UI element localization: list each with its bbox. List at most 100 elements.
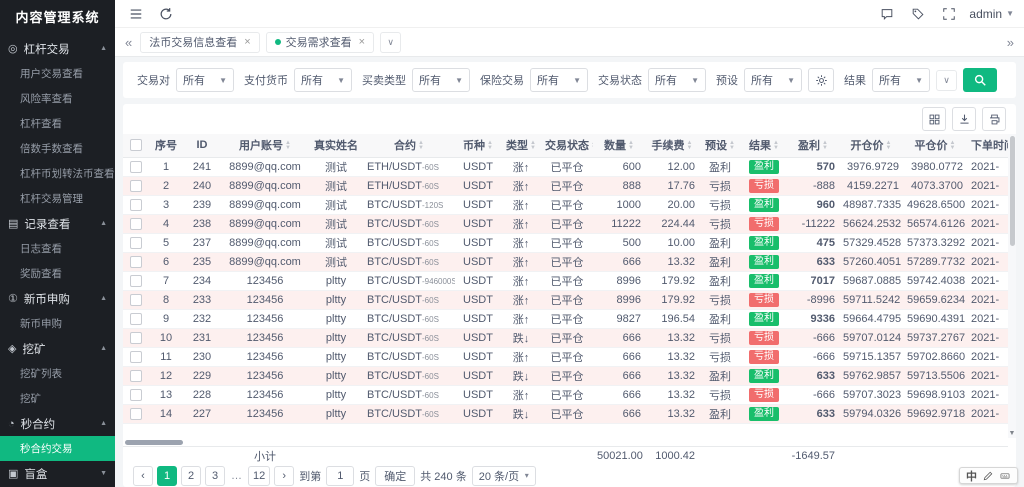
sort-icon[interactable]: ▲▼: [950, 141, 956, 151]
sort-icon[interactable]: ▲▼: [729, 141, 735, 151]
scroll-down-arrow-icon[interactable]: ▼: [1009, 430, 1016, 438]
table-row[interactable]: 32398899@qq.com测试BTC/USDT-120SUSDT涨↑已平仓1…: [123, 195, 1008, 214]
sort-icon[interactable]: ▲▼: [822, 141, 828, 151]
sidebar-section[interactable]: ▣盲盒▼: [0, 461, 115, 486]
row-checkbox[interactable]: [130, 161, 142, 173]
row-checkbox[interactable]: [130, 351, 142, 363]
page-tab[interactable]: 交易需求查看×: [266, 32, 374, 53]
table-row[interactable]: 12418899@qq.com测试ETH/USDT-60SUSDT涨↑已平仓60…: [123, 157, 1008, 176]
sidebar-item[interactable]: 日志查看: [0, 236, 115, 261]
row-checkbox[interactable]: [130, 199, 142, 211]
user-menu[interactable]: admin ▼: [969, 7, 1014, 21]
sidebar-item[interactable]: 奖励查看: [0, 261, 115, 286]
table-row[interactable]: 14227123456plttyBTC/USDT-60SUSDT跌↓已平仓666…: [123, 404, 1008, 423]
sidebar-item[interactable]: 杠杆交易管理: [0, 186, 115, 211]
table-row[interactable]: 52378899@qq.com测试BTC/USDT-60SUSDT涨↑已平仓50…: [123, 233, 1008, 252]
page-number-button[interactable]: 2: [181, 466, 201, 486]
tabs-scroll-left-icon[interactable]: «: [123, 35, 134, 50]
sidebar-section[interactable]: ①新币申购▲: [0, 286, 115, 311]
vertical-scrollbar[interactable]: ▼: [1008, 134, 1016, 438]
filter-select[interactable]: 所有▼: [648, 68, 706, 92]
sort-icon[interactable]: ▲▼: [487, 141, 493, 151]
sidebar-item[interactable]: 风险率查看: [0, 86, 115, 111]
sort-icon[interactable]: ▲▼: [418, 141, 424, 151]
ime-widget[interactable]: 中: [959, 467, 1018, 484]
columns-grid-icon[interactable]: [922, 107, 946, 131]
sort-icon[interactable]: ▲▼: [591, 141, 593, 151]
row-checkbox[interactable]: [130, 408, 142, 420]
pen-icon[interactable]: [983, 471, 993, 481]
download-icon[interactable]: [952, 107, 976, 131]
confirm-button[interactable]: 确定: [375, 466, 415, 486]
sidebar-item[interactable]: 秒合约交易: [0, 436, 115, 461]
fullscreen-icon[interactable]: [938, 3, 960, 25]
row-checkbox[interactable]: [130, 218, 142, 230]
sort-icon[interactable]: ▲▼: [886, 141, 892, 151]
page-tab[interactable]: 法币交易信息查看×: [140, 32, 259, 53]
row-checkbox[interactable]: [130, 275, 142, 287]
filter-select[interactable]: 所有▼: [176, 68, 234, 92]
keyboard-icon[interactable]: [999, 471, 1011, 481]
next-page-button[interactable]: ›: [274, 466, 294, 486]
print-icon[interactable]: [982, 107, 1006, 131]
close-icon[interactable]: ×: [359, 36, 365, 48]
ime-language-label[interactable]: 中: [966, 468, 977, 484]
table-row[interactable]: 11230123456plttyBTC/USDT-60SUSDT涨↑已平仓666…: [123, 347, 1008, 366]
filter-select[interactable]: 所有▼: [294, 68, 352, 92]
table-row[interactable]: 13228123456plttyBTC/USDT-60SUSDT涨↑已平仓666…: [123, 385, 1008, 404]
refresh-icon[interactable]: [155, 3, 177, 25]
sidebar-item[interactable]: 杠杆查看: [0, 111, 115, 136]
horizontal-scrollbar[interactable]: [123, 438, 1016, 446]
sidebar-section[interactable]: ◎杠杆交易▲: [0, 36, 115, 61]
hscroll-thumb[interactable]: [125, 440, 183, 445]
row-checkbox[interactable]: [130, 180, 142, 192]
table-row[interactable]: 9232123456plttyBTC/USDT-60SUSDT涨↑已平仓9827…: [123, 309, 1008, 328]
sort-icon[interactable]: ▲▼: [285, 141, 291, 151]
sort-icon[interactable]: ▲▼: [773, 141, 779, 151]
tabs-scroll-right-icon[interactable]: »: [1005, 35, 1016, 50]
table-row[interactable]: 12229123456plttyBTC/USDT-60SUSDT跌↓已平仓666…: [123, 366, 1008, 385]
close-icon[interactable]: ×: [244, 36, 250, 48]
filter-select[interactable]: 所有▼: [412, 68, 470, 92]
row-checkbox[interactable]: [130, 237, 142, 249]
row-checkbox[interactable]: [130, 256, 142, 268]
table-row[interactable]: 62358899@qq.com测试BTC/USDT-60SUSDT涨↑已平仓66…: [123, 252, 1008, 271]
page-number-button[interactable]: 12: [248, 466, 270, 486]
sidebar-section[interactable]: ▤记录查看▲: [0, 211, 115, 236]
sidebar-item[interactable]: 挖矿: [0, 386, 115, 411]
filter-collapse-icon[interactable]: ∨: [936, 70, 957, 91]
row-checkbox[interactable]: [130, 332, 142, 344]
sort-icon[interactable]: ▲▼: [530, 141, 536, 151]
table-row[interactable]: 8233123456plttyBTC/USDT-60SUSDT涨↑已平仓8996…: [123, 290, 1008, 309]
vscroll-thumb[interactable]: [1010, 136, 1015, 246]
sidebar-item[interactable]: 挖矿列表: [0, 361, 115, 386]
search-button[interactable]: [963, 68, 997, 92]
message-icon[interactable]: [876, 3, 898, 25]
row-checkbox[interactable]: [130, 313, 142, 325]
sidebar-section[interactable]: ◈挖矿▲: [0, 336, 115, 361]
row-checkbox[interactable]: [130, 370, 142, 382]
filter-select[interactable]: 所有▼: [530, 68, 588, 92]
tag-icon[interactable]: [907, 3, 929, 25]
table-row[interactable]: 42388899@qq.com测试BTC/USDT-60SUSDT涨↑已平仓11…: [123, 214, 1008, 233]
sort-icon[interactable]: ▲▼: [628, 141, 634, 151]
page-number-button[interactable]: 3: [205, 466, 225, 486]
sidebar-section[interactable]: ◔秒合约▲: [0, 411, 115, 436]
tab-dropdown-icon[interactable]: ∨: [380, 32, 401, 53]
row-checkbox[interactable]: [130, 294, 142, 306]
sidebar-item[interactable]: 倍数手数查看: [0, 136, 115, 161]
table-row[interactable]: 10231123456plttyBTC/USDT-60SUSDT跌↓已平仓666…: [123, 328, 1008, 347]
filter-select[interactable]: 所有▼: [872, 68, 930, 92]
page-number-button[interactable]: 1: [157, 466, 177, 486]
sidebar-item[interactable]: 杠杆币划转法币查看: [0, 161, 115, 186]
sidebar-item[interactable]: 用户交易查看: [0, 61, 115, 86]
table-row[interactable]: 7234123456plttyBTC/USDT-946000SUSDT涨↑已平仓…: [123, 271, 1008, 290]
select-all-checkbox[interactable]: [130, 139, 142, 151]
row-checkbox[interactable]: [130, 389, 142, 401]
page-input[interactable]: [326, 466, 354, 486]
settings-gear-button[interactable]: [808, 68, 834, 92]
table-row[interactable]: 22408899@qq.com测试ETH/USDT-60SUSDT涨↑已平仓88…: [123, 176, 1008, 195]
page-size-select[interactable]: 20 条/页▾: [472, 466, 536, 486]
sidebar-item[interactable]: 新币申购: [0, 311, 115, 336]
filter-select[interactable]: 所有▼: [744, 68, 802, 92]
